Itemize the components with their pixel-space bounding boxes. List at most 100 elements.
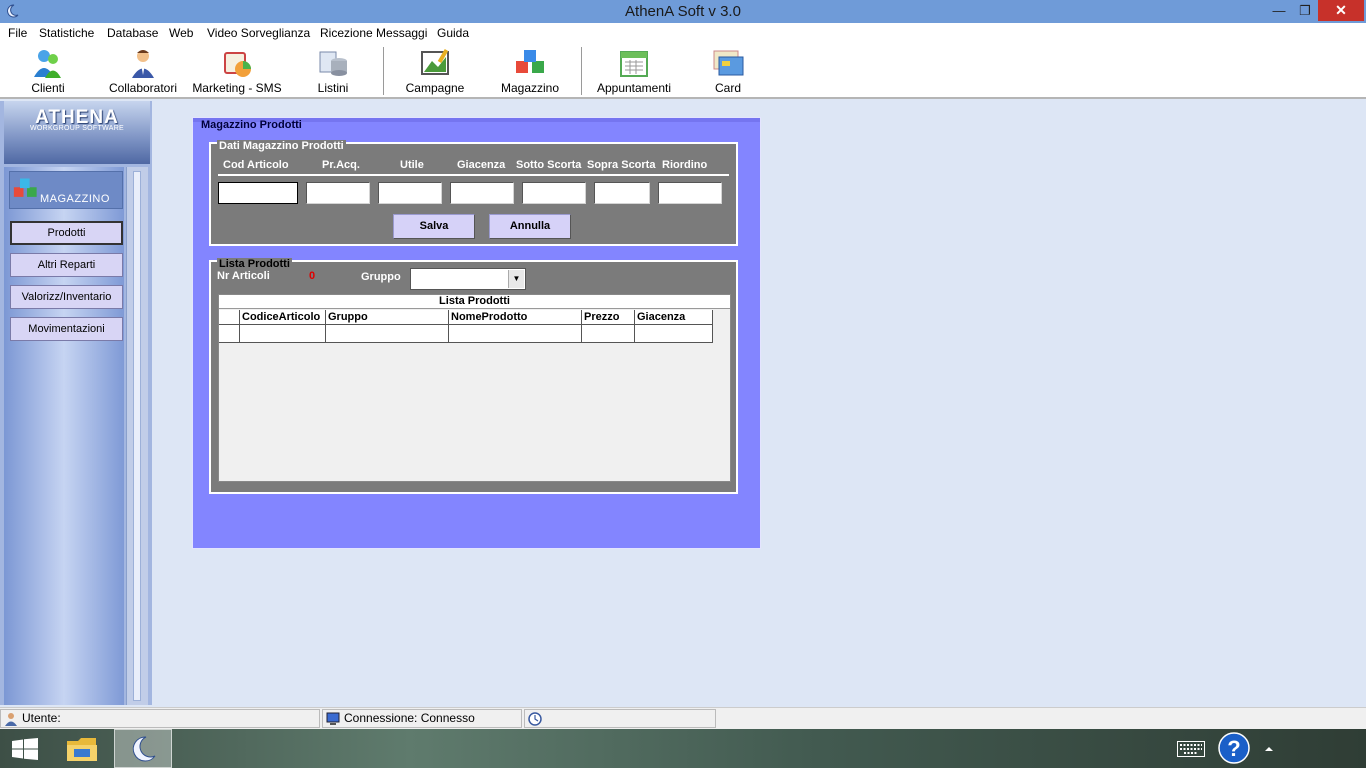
warehouse-icon: [13, 178, 37, 197]
gruppo-label: Gruppo: [361, 271, 401, 283]
title-bar: AthenA Soft v 3.0 — ❐ ✕: [0, 0, 1366, 23]
toolbar-appuntamenti-button[interactable]: Appuntamenti: [592, 43, 676, 98]
menu-statistiche[interactable]: Statistiche: [39, 26, 94, 40]
status-connection-text: Connessione: Connesso: [344, 711, 475, 725]
toolbar: Clienti Collaboratori Marketing - SMS Li…: [0, 43, 1366, 99]
toolbar-label: Marketing - SMS: [192, 81, 282, 95]
status-user-text: Utente:: [22, 711, 61, 725]
app-moon-icon: [132, 736, 156, 762]
help-icon: ?: [1218, 732, 1250, 764]
taskbar: ?: [0, 729, 1366, 768]
row-header-cell[interactable]: [219, 325, 240, 343]
taskbar-file-explorer[interactable]: [58, 729, 106, 768]
magazzino-prodotti-form: Magazzino Prodotti Dati Magazzino Prodot…: [192, 117, 761, 549]
toolbar-label: Card: [714, 81, 741, 95]
toolbar-separator: [383, 47, 384, 95]
module-header: MAGAZZINO: [9, 171, 123, 209]
field-label-riordino: Riordino: [662, 159, 708, 171]
nr-articoli-value: 0: [309, 270, 316, 282]
table-cell[interactable]: [326, 325, 449, 343]
close-button[interactable]: ✕: [1318, 0, 1364, 21]
toolbar-label: Listini: [317, 81, 349, 95]
prodotti-grid[interactable]: Lista Prodotti CodiceArticolo Gruppo Nom…: [218, 294, 731, 482]
pricelist-icon: [319, 51, 347, 76]
table-cell[interactable]: [582, 325, 635, 343]
toolbar-marketing-sms-button[interactable]: Marketing - SMS: [190, 43, 284, 98]
toolbar-listini-button[interactable]: Listini: [298, 43, 368, 98]
sidebar-item-altri-reparti[interactable]: Altri Reparti: [10, 253, 123, 277]
menu-file[interactable]: File: [8, 26, 27, 40]
sopra-scorta-input[interactable]: [594, 182, 650, 204]
sidebar-nav-background: [4, 167, 124, 705]
toolbar-campagne-button[interactable]: Campagne: [398, 43, 472, 98]
column-header-prezzo[interactable]: Prezzo: [582, 310, 635, 325]
status-clock-panel: [524, 709, 716, 728]
window-title: AthenA Soft v 3.0: [625, 3, 741, 20]
menu-bar: File Statistiche Database Web Video Sorv…: [0, 23, 1366, 43]
calendar-icon: [620, 51, 648, 77]
field-label-sopra-scorta: Sopra Scorta: [587, 159, 656, 171]
riordino-input[interactable]: [658, 182, 722, 204]
toolbar-separator: [581, 47, 582, 95]
pr-acq-input[interactable]: [306, 182, 370, 204]
athena-logo: ATHENA WORKGROUP SOFTWARE: [4, 101, 150, 164]
column-header-giacenza[interactable]: Giacenza: [635, 310, 713, 325]
taskbar-athena-app[interactable]: [114, 729, 172, 768]
table-cell[interactable]: [449, 325, 582, 343]
warehouse-icon: [516, 50, 544, 73]
menu-video-sorveglianza[interactable]: Video Sorveglianza: [207, 26, 310, 40]
marketing-icon: [224, 52, 251, 77]
module-title: MAGAZZINO: [40, 193, 110, 205]
touch-keyboard-button[interactable]: [1172, 729, 1210, 768]
windows-icon: [12, 738, 38, 760]
section-title: Dati Magazzino Prodotti: [217, 140, 346, 152]
sidebar-item-valorizz-inventario[interactable]: Valorizz/Inventario: [10, 285, 123, 309]
salva-button[interactable]: Salva: [393, 214, 475, 239]
sidebar-item-prodotti[interactable]: Prodotti: [10, 221, 123, 245]
restore-button[interactable]: ❐: [1292, 0, 1318, 21]
menu-guida[interactable]: Guida: [437, 26, 469, 40]
toolbar-collaboratori-button[interactable]: Collaboratori: [104, 43, 182, 98]
toolbar-magazzino-button[interactable]: Magazzino: [496, 43, 564, 98]
gruppo-select[interactable]: ▼: [410, 268, 526, 290]
cod-articolo-input[interactable]: [218, 182, 298, 204]
section-title: Lista Prodotti: [217, 258, 292, 270]
start-button[interactable]: [0, 729, 50, 768]
nr-articoli-label: Nr Articoli: [217, 270, 270, 282]
toolbar-label: Clienti: [31, 81, 65, 95]
column-header-codicearticolo[interactable]: CodiceArticolo: [240, 310, 326, 325]
clients-icon: [34, 50, 61, 78]
menu-web[interactable]: Web: [169, 26, 193, 40]
menu-ricezione-messaggi[interactable]: Ricezione Messaggi: [320, 26, 427, 40]
monitor-icon: [326, 712, 340, 725]
svg-text:?: ?: [1227, 736, 1240, 761]
table-cell[interactable]: [635, 325, 713, 343]
sidebar-scrollbar[interactable]: [126, 167, 148, 705]
user-icon: [5, 713, 17, 726]
form-title: Magazzino Prodotti: [201, 119, 302, 131]
sidebar-item-movimentazioni[interactable]: Movimentazioni: [10, 317, 123, 341]
chevron-up-icon: [1265, 747, 1273, 751]
toolbar-clienti-button[interactable]: Clienti: [12, 43, 84, 98]
status-connection-panel: Connessione: Connesso: [322, 709, 522, 728]
annulla-button[interactable]: Annulla: [489, 214, 571, 239]
help-button[interactable]: ?: [1214, 729, 1254, 768]
toolbar-card-button[interactable]: Card: [700, 43, 756, 98]
giacenza-input[interactable]: [450, 182, 514, 204]
menu-database[interactable]: Database: [107, 26, 158, 40]
status-bar: Utente: Connessione: Connesso: [0, 707, 1366, 729]
tray-overflow-button[interactable]: [1258, 729, 1280, 768]
field-label-pr-acq: Pr.Acq.: [322, 159, 360, 171]
minimize-button[interactable]: —: [1266, 0, 1292, 21]
lista-prodotti-section: Lista Prodotti Nr Articoli 0 Gruppo ▼ Li…: [209, 258, 738, 494]
sotto-scorta-input[interactable]: [522, 182, 586, 204]
utile-input[interactable]: [378, 182, 442, 204]
column-header-nomeprodotto[interactable]: NomeProdotto: [449, 310, 582, 325]
table-cell[interactable]: [240, 325, 326, 343]
column-header-gruppo[interactable]: Gruppo: [326, 310, 449, 325]
card-icon: [713, 50, 744, 76]
clock-icon: [528, 712, 542, 726]
toolbar-label: Collaboratori: [108, 81, 178, 95]
grid-title: Lista Prodotti: [219, 295, 730, 309]
chevron-down-icon[interactable]: ▼: [508, 270, 524, 288]
